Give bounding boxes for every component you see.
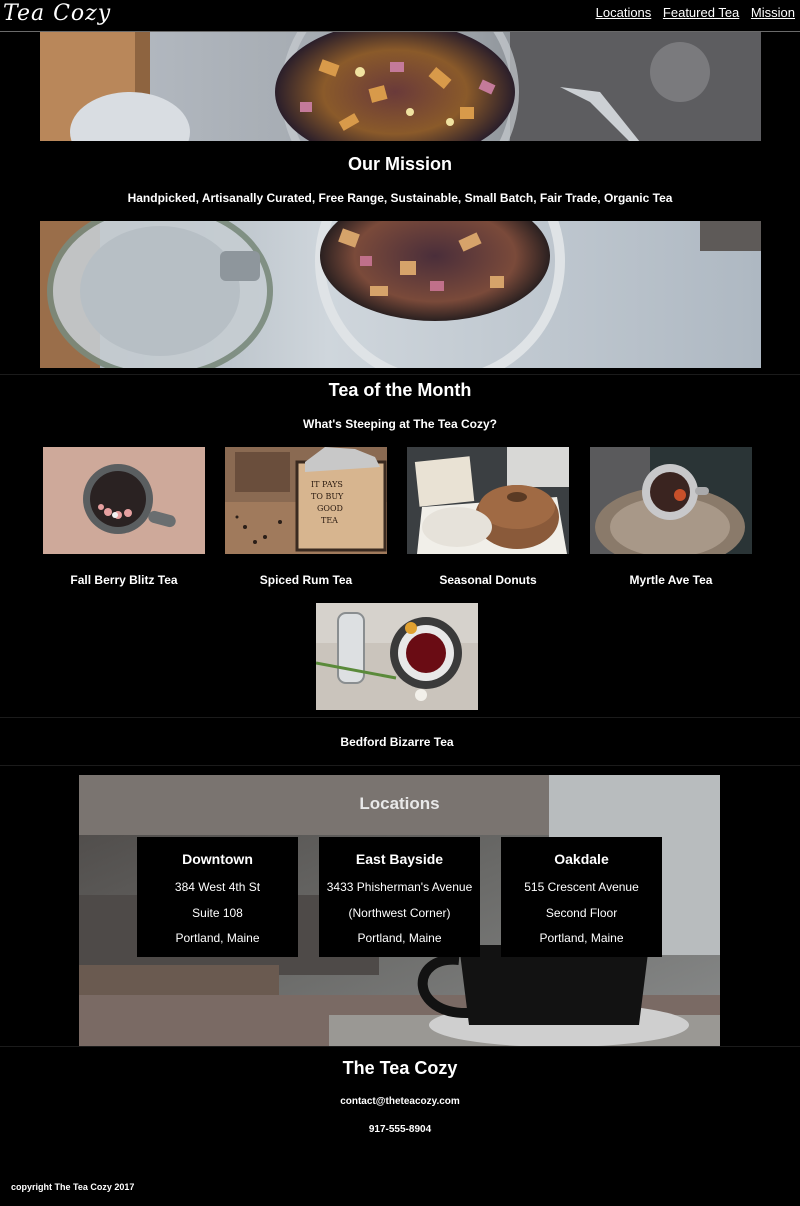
tea-of-month-title: Tea of the Month — [328, 380, 472, 400]
location-address-line: Portland, Maine — [175, 931, 260, 945]
location-name: East Bayside — [355, 851, 444, 867]
tea-image — [316, 603, 478, 710]
tea-label: Bedford Bizarre Tea — [340, 735, 454, 749]
copyright-text: copyright The Tea Cozy 2017 — [11, 1182, 135, 1192]
site-logo[interactable]: Tea Cozy — [3, 1, 111, 26]
mission-subtitle: Handpicked, Artisanally Curated, Free Ra… — [127, 191, 673, 205]
tea-label: Seasonal Donuts — [439, 573, 537, 587]
main-nav: Locations Featured Tea Mission — [588, 5, 795, 20]
section-divider — [0, 765, 800, 766]
location-address-line: 515 Crescent Avenue — [524, 880, 639, 894]
location-address-line: Portland, Maine — [357, 931, 442, 945]
box-sign-line: GOOD — [317, 504, 343, 513]
tea-label: Spiced Rum Tea — [259, 573, 353, 587]
nav-link-mission[interactable]: Mission — [751, 5, 795, 20]
location-card-downtown: Downtown 384 West 4th St Suite 108 Portl… — [137, 837, 298, 957]
locations-title: Locations — [359, 794, 440, 813]
tea-image: IT PAYS TO BUY GOOD TEA — [225, 447, 387, 554]
location-address-line: Suite 108 — [192, 906, 243, 920]
footer-title: The Tea Cozy — [342, 1058, 458, 1078]
location-name: Downtown — [182, 851, 253, 867]
location-address-line: 3433 Phisherman's Avenue — [326, 880, 473, 894]
tea-image — [590, 447, 752, 554]
section-divider — [0, 374, 800, 375]
nav-link-locations[interactable]: Locations — [596, 5, 652, 20]
mission-hero-image-top — [40, 32, 761, 141]
mission-title: Our Mission — [347, 154, 452, 174]
box-sign-line: IT PAYS — [311, 480, 343, 489]
mission-hero-image-bottom — [40, 221, 761, 368]
tea-image — [407, 447, 569, 554]
tea-label: Fall Berry Blitz Tea — [70, 573, 178, 587]
location-card-oakdale: Oakdale 515 Crescent Avenue Second Floor… — [501, 837, 662, 957]
box-sign-line: TO BUY — [311, 492, 344, 501]
footer-email[interactable]: contact@theteacozy.com — [0, 1096, 800, 1107]
box-sign-line: TEA — [321, 516, 338, 525]
tea-of-month-subtitle: What's Steeping at The Tea Cozy? — [303, 417, 497, 431]
location-address-line: 384 West 4th St — [174, 880, 261, 894]
location-address-line: Second Floor — [545, 906, 618, 920]
tea-label: Myrtle Ave Tea — [629, 573, 713, 587]
section-divider — [0, 717, 800, 718]
section-divider — [0, 1046, 800, 1047]
location-address-line: Portland, Maine — [539, 931, 624, 945]
site-header: Tea Cozy Locations Featured Tea Mission — [0, 0, 800, 32]
nav-link-featured-tea[interactable]: Featured Tea — [663, 5, 739, 20]
footer-phone[interactable]: 917-555-8904 — [0, 1124, 800, 1135]
tea-image — [43, 447, 205, 554]
location-address-line: (Northwest Corner) — [348, 906, 451, 920]
location-name: Oakdale — [554, 851, 609, 867]
location-card-east-bayside: East Bayside 3433 Phisherman's Avenue (N… — [319, 837, 480, 957]
